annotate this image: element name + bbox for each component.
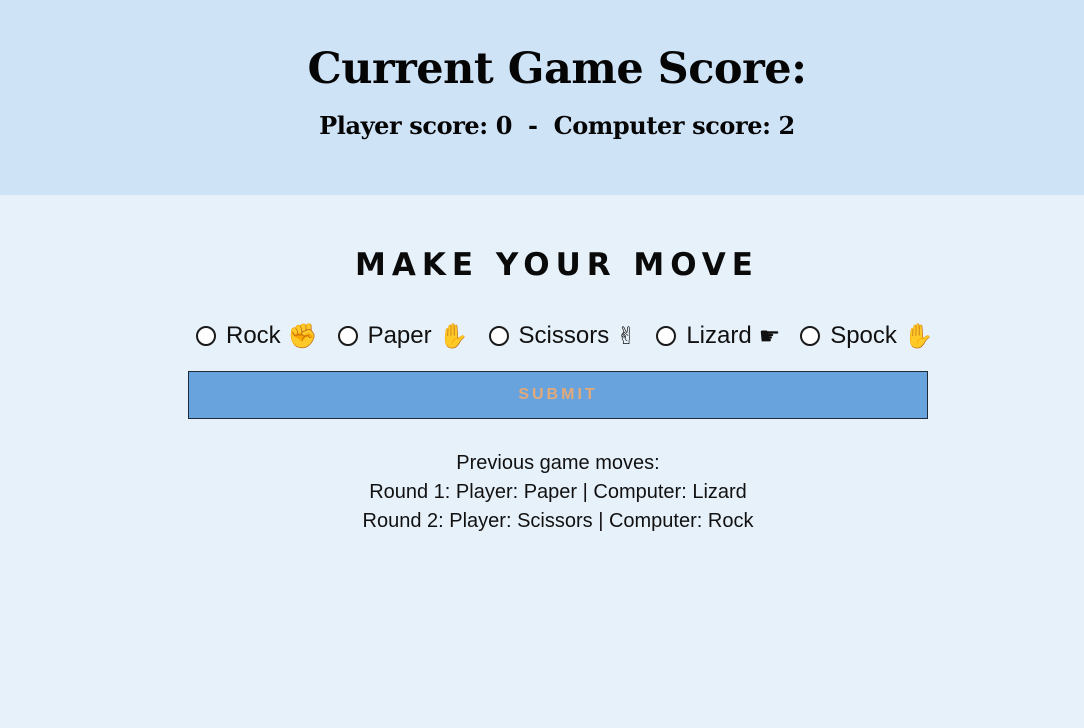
option-scissors[interactable]: Scissors ✌ <box>488 322 637 350</box>
scissors-label: Scissors <box>518 322 610 349</box>
scissors-hand-icon: ✌ <box>616 322 637 350</box>
scissors-radio[interactable] <box>488 326 509 346</box>
history-round: Round 2: Player: Scissors | Computer: Ro… <box>362 510 754 532</box>
rock-label: Rock <box>226 322 281 349</box>
player-score: Player score: 0 <box>319 111 513 140</box>
score-title: Current Game Score: <box>307 44 807 94</box>
paper-label: Paper <box>367 322 432 349</box>
option-spock[interactable]: Spock ✋ <box>800 322 934 350</box>
score-line: Player score: 0- Computer score: 2 <box>0 111 1084 140</box>
option-rock[interactable]: Rock ✊ <box>196 322 318 350</box>
option-lizard[interactable]: Lizard ☛ <box>656 322 780 350</box>
rock-radio[interactable] <box>196 326 216 346</box>
game-panel: MAKE YOUR MOVE Rock ✊ Paper ✋ Scissors ✌… <box>0 195 1084 728</box>
rock-hand-icon: ✊ <box>287 322 318 350</box>
lizard-hand-icon: ☛ <box>758 322 781 350</box>
paper-radio[interactable] <box>337 326 358 346</box>
submit-button[interactable]: SUBMIT <box>188 371 928 419</box>
score-header: Current Game Score: Player score: 0- Comp… <box>0 0 1084 195</box>
move-heading: MAKE YOUR MOVE <box>355 247 759 283</box>
option-paper[interactable]: Paper ✋ <box>337 322 469 350</box>
history-title: Previous game moves: <box>456 452 660 474</box>
score-separator: - <box>528 111 538 140</box>
spock-label: Spock <box>830 322 897 349</box>
computer-score: Computer score: 2 <box>553 111 796 140</box>
spock-hand-icon: ✋ <box>903 322 934 350</box>
move-history: Previous game moves: Round 1: Player: Pa… <box>0 449 1084 536</box>
move-options: Rock ✊ Paper ✋ Scissors ✌ Lizard ☛ Spock… <box>196 321 936 351</box>
history-round: Round 1: Player: Paper | Computer: Lizar… <box>369 481 747 503</box>
paper-hand-icon: ✋ <box>438 322 469 350</box>
lizard-radio[interactable] <box>656 326 677 346</box>
lizard-label: Lizard <box>686 322 752 349</box>
spock-radio[interactable] <box>800 326 821 346</box>
